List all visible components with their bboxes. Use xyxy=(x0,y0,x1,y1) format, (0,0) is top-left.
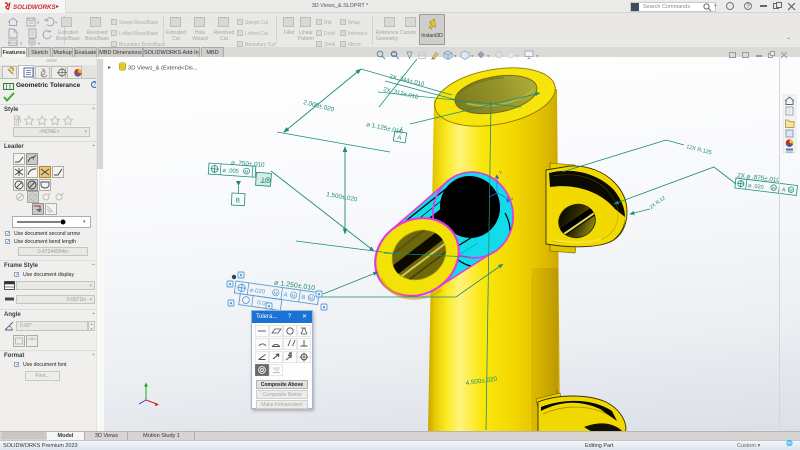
svg-text:⌀ 1.250±.010: ⌀ 1.250±.010 xyxy=(274,280,316,293)
svg-text:▾: ▾ xyxy=(454,54,457,60)
svg-text:2X R.12: 2X R.12 xyxy=(649,195,667,211)
svg-text:⌀.020: ⌀.020 xyxy=(249,288,266,296)
svg-text:1.500±.020: 1.500±.020 xyxy=(326,191,359,203)
svg-text:⌀ 1.125±.010: ⌀ 1.125±.010 xyxy=(366,121,404,136)
svg-text:2X .312±.010: 2X .312±.010 xyxy=(383,87,420,101)
svg-text:12X R.125: 12X R.125 xyxy=(686,144,713,156)
svg-text:M: M xyxy=(291,293,296,299)
svg-text:A: A xyxy=(397,135,402,142)
svg-text:▾: ▾ xyxy=(536,54,539,60)
svg-text:B: B xyxy=(301,295,306,302)
svg-text:B: B xyxy=(235,197,240,204)
svg-text:M: M xyxy=(309,296,314,302)
svg-text:⌀ .005: ⌀ .005 xyxy=(222,168,239,175)
svg-text:Y: Y xyxy=(499,170,502,175)
svg-text:▾: ▾ xyxy=(516,54,519,60)
svg-text:2.000±.020: 2.000±.020 xyxy=(303,99,336,114)
svg-text:▾: ▾ xyxy=(487,54,490,60)
svg-text:⌀ .750±.010: ⌀ .750±.010 xyxy=(231,160,265,169)
svg-text:▸: ▸ xyxy=(108,65,111,71)
svg-text:M: M xyxy=(244,169,248,174)
svg-text:▾: ▾ xyxy=(55,20,58,25)
svg-text:▾: ▾ xyxy=(38,41,41,46)
svg-text:▾: ▾ xyxy=(471,54,474,60)
svg-text:3D Views_& (Extend<Dis...: 3D Views_& (Extend<Dis... xyxy=(128,66,198,72)
svg-text:▾: ▾ xyxy=(20,41,23,46)
svg-text:2X .344±.010: 2X .344±.010 xyxy=(389,74,426,88)
svg-text:A: A xyxy=(283,292,288,299)
svg-text:M: M xyxy=(273,291,278,297)
svg-text:A: A xyxy=(781,187,786,193)
svg-text:▾: ▾ xyxy=(37,20,40,25)
svg-text:SOLIDWORKS: SOLIDWORKS xyxy=(13,4,56,11)
